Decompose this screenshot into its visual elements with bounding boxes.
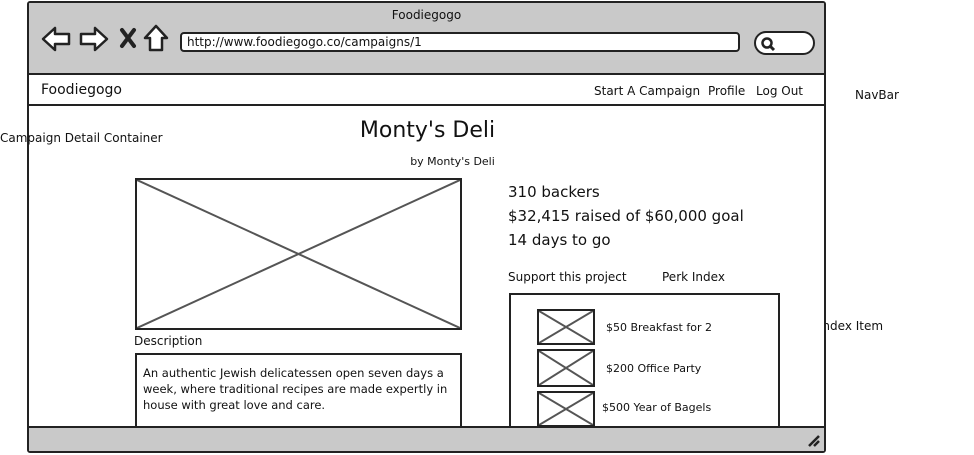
perk-image	[537, 309, 595, 345]
home-icon[interactable]	[143, 24, 169, 56]
perk-index: $50 Breakfast for 2 $200 Office Party $5…	[509, 293, 780, 438]
campaign-image	[135, 178, 462, 330]
nav-log-out[interactable]: Log Out	[756, 84, 803, 98]
url-input[interactable]: http://www.foodiegogo.co/campaigns/1	[180, 32, 740, 52]
navbar: Foodiegogo Start A Campaign Profile Log …	[29, 75, 824, 106]
perk-image	[537, 391, 595, 427]
backers-count: 310 backers	[508, 183, 600, 201]
brand-logo[interactable]: Foodiegogo	[41, 82, 122, 98]
nav-start-campaign[interactable]: Start A Campaign	[594, 84, 700, 98]
back-arrow-icon[interactable]	[41, 25, 71, 57]
browser-chrome: Foodiegogo http://www.foodiegogo.co/camp…	[29, 3, 824, 75]
days-left: 14 days to go	[508, 231, 611, 249]
perk-item-office-party[interactable]: $200 Office Party	[606, 362, 701, 375]
support-project-label: Support this project	[508, 270, 627, 284]
perk-item-bagels[interactable]: $500 Year of Bagels	[602, 401, 711, 414]
search-icon	[760, 36, 776, 56]
description-box: An authentic Jewish delicatessen open se…	[135, 353, 462, 433]
window-title: Foodiegogo	[391, 8, 462, 22]
forward-arrow-icon[interactable]	[79, 25, 109, 57]
resize-grip-icon[interactable]	[807, 433, 821, 452]
stop-x-icon[interactable]	[119, 27, 137, 53]
description-label: Description	[134, 334, 203, 348]
funding-progress: $32,415 raised of $60,000 goal	[508, 207, 744, 225]
nav-profile[interactable]: Profile	[708, 84, 745, 98]
perk-item-breakfast[interactable]: $50 Breakfast for 2	[606, 321, 712, 334]
annotation-navbar: NavBar	[855, 88, 899, 102]
annotation-container: Campaign Detail Container	[0, 131, 163, 145]
perk-image	[537, 349, 595, 387]
perk-index-label: Perk Index	[662, 270, 725, 284]
browser-search-box[interactable]	[754, 31, 815, 55]
status-bar-overlay	[29, 426, 824, 451]
campaign-byline: by Monty's Deli	[410, 155, 495, 168]
